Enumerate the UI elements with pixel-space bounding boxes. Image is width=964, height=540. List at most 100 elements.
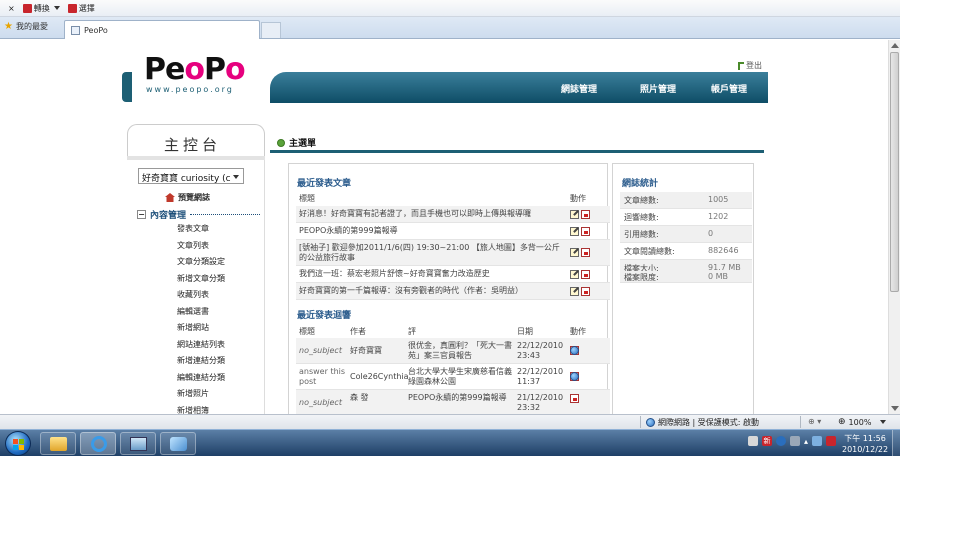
taskbar-ie[interactable] (80, 432, 116, 455)
sidebar-item-article-list[interactable]: 文章列表 (177, 240, 225, 257)
post-title[interactable]: 我們這一班：蔡宏老照片舒懷~好奇寶寶奮力改造歷史 (299, 269, 561, 279)
windows-taskbar: 新 ▴ 下午 11:56 2010/12/22 (0, 429, 900, 456)
taskbar-app[interactable] (120, 432, 156, 455)
convert-label: 轉換 (33, 3, 50, 13)
comment-date: 21/12/2010 23:32 (517, 393, 564, 412)
zoom-control[interactable]: ⊕ 100% (838, 417, 887, 427)
app-tray-icon[interactable] (748, 436, 758, 446)
delete-icon[interactable] (581, 248, 590, 257)
delete-icon[interactable] (581, 270, 590, 279)
comment-text[interactable]: 很优金，真圓利？「死大一書苑」案三官員報告 (408, 341, 512, 361)
table-row: PEOPO永續的第999篇報導 (296, 223, 610, 240)
logout-link[interactable]: 登出 (738, 60, 762, 71)
convert-button[interactable]: 轉換 (22, 3, 60, 14)
recent-comments-title[interactable]: 最近發表迴響 (297, 308, 351, 321)
sidebar-item-add-category[interactable]: 新增文章分類 (177, 273, 225, 290)
sidebar-title: 主控台 (164, 136, 222, 154)
nav-account-manage[interactable]: 帳戶管理 (711, 82, 747, 95)
content-management-section[interactable]: − 內容管理 (137, 208, 261, 221)
tab-peopo[interactable]: PeoPo (64, 20, 260, 39)
start-button[interactable] (5, 431, 31, 456)
stat-value: 882646 (708, 246, 739, 255)
comment-subject[interactable]: answer this post (299, 367, 347, 387)
edit-icon[interactable] (570, 210, 579, 219)
edit-icon[interactable] (570, 227, 579, 236)
vertical-scrollbar[interactable] (888, 40, 900, 414)
scroll-up-icon[interactable] (891, 43, 899, 48)
post-title[interactable]: PEOPO永續的第999篇報導 (299, 226, 561, 236)
stat-key: 迴響總數: (624, 213, 659, 222)
preview-blog-link[interactable]: 預覽網誌 (165, 192, 210, 203)
ime-icon[interactable]: 新 (762, 436, 772, 446)
main-menu-title: 主選單 (289, 139, 317, 149)
sidebar-item-add-photo[interactable]: 新增照片 (177, 388, 225, 405)
post-title[interactable]: 好奇寶寶的第一千篇報導：沒有旁觀者的時代（作者：吳明益） (299, 286, 561, 296)
protected-mode-icon[interactable]: ⊕ ▾ (808, 417, 821, 426)
zone-label: 網際網路 | 受保護模式: 啟動 (658, 418, 760, 427)
sidebar-border (264, 160, 265, 414)
taskbar-clock[interactable]: 下午 11:56 2010/12/22 (842, 433, 888, 455)
logo-part-2: o (184, 52, 205, 87)
globe-icon[interactable] (570, 346, 579, 355)
edit-icon[interactable] (570, 287, 579, 296)
sidebar-item-favorites-list[interactable]: 收藏列表 (177, 289, 225, 306)
sidebar-item-add-link-category[interactable]: 新增連結分類 (177, 355, 225, 372)
globe-icon[interactable] (570, 372, 579, 381)
main-divider (270, 150, 764, 153)
delete-icon[interactable] (570, 394, 579, 403)
stat-row: 文章閱讀總數: 882646 (620, 243, 752, 260)
chevron-down-icon (233, 175, 239, 179)
security-zone[interactable]: 網際網路 | 受保護模式: 啟動 (646, 417, 759, 428)
recent-posts-title[interactable]: 最近發表文章 (297, 176, 351, 189)
sidebar-item-link-list[interactable]: 網站連結列表 (177, 339, 225, 356)
sidebar-item-edit-link-category[interactable]: 編輯連結分類 (177, 372, 225, 389)
comment-text[interactable]: PEOPO永續的第999篇報導 (408, 393, 512, 403)
nav-photo-manage[interactable]: 照片管理 (640, 82, 676, 95)
new-tab-button[interactable] (261, 22, 281, 38)
comments-col-comment: 評 (408, 327, 416, 336)
delete-icon[interactable] (581, 210, 590, 219)
post-title[interactable]: [號袖子] 歡迎參加2011/1/6(四) 19:30~21:00 【旅人地圖】… (299, 243, 561, 263)
sidebar-item-add-album[interactable]: 新增相簿 (177, 405, 225, 415)
stat-value: 1202 (708, 212, 729, 221)
post-title[interactable]: 好消息！好奇寶寶有記者證了，而且手機也可以即時上傳與報導囉 (299, 209, 561, 219)
section-label: 內容管理 (150, 211, 187, 221)
logo-url: www.peopo.org (146, 85, 234, 94)
windows-logo-icon (13, 445, 18, 450)
collapse-icon[interactable]: − (137, 210, 146, 219)
delete-icon[interactable] (581, 227, 590, 236)
comment-subject[interactable]: no_subject (299, 398, 342, 408)
delete-icon[interactable] (581, 287, 590, 296)
taskbar-explorer[interactable] (40, 432, 76, 455)
edit-icon[interactable] (570, 270, 579, 279)
comments-col-title: 標題 (299, 327, 315, 336)
flag-icon[interactable] (826, 436, 837, 446)
peopo-logo[interactable]: PeoPo (144, 52, 246, 87)
table-row: 好消息！好奇寶寶有記者證了，而且手機也可以即時上傳與報導囉 (296, 206, 610, 223)
favorites-button[interactable]: ★ 我的最愛 (4, 21, 48, 32)
comment-date: 22/12/2010 23:43 (517, 341, 564, 360)
sidebar-item-category-settings[interactable]: 文章分類設定 (177, 256, 225, 273)
show-desktop-button[interactable] (892, 430, 900, 456)
sidebar-item-post-article[interactable]: 發表文章 (177, 223, 225, 240)
bullet-icon (277, 138, 285, 147)
sidebar-item-add-site[interactable]: 新增網站 (177, 322, 225, 339)
stat-value: 0 MB (708, 272, 729, 281)
sidebar-item-edit-books[interactable]: 編輯選書 (177, 306, 225, 323)
network-tray-icon[interactable] (812, 436, 823, 446)
blog-select[interactable]: 好奇寶寶 curiosity (c (138, 168, 244, 184)
close-button[interactable]: × (8, 4, 15, 13)
nav-blog-manage[interactable]: 網誌管理 (561, 82, 597, 95)
select-button[interactable]: 選擇 (67, 3, 95, 14)
logout-icon (738, 61, 744, 70)
comment-text[interactable]: 台北大學大學生宋廣慈看信義綠園森林公園 (408, 367, 512, 387)
taskbar-network[interactable] (160, 432, 196, 455)
tool-icon[interactable] (790, 436, 800, 446)
edit-icon[interactable] (570, 248, 579, 257)
chevron-up-icon[interactable]: ▴ (804, 437, 808, 446)
scroll-thumb[interactable] (890, 52, 899, 292)
comment-subject[interactable]: no_subject (299, 346, 342, 356)
help-icon[interactable] (776, 436, 786, 446)
tab-title: PeoPo (84, 25, 108, 35)
scroll-down-icon[interactable] (891, 406, 899, 411)
